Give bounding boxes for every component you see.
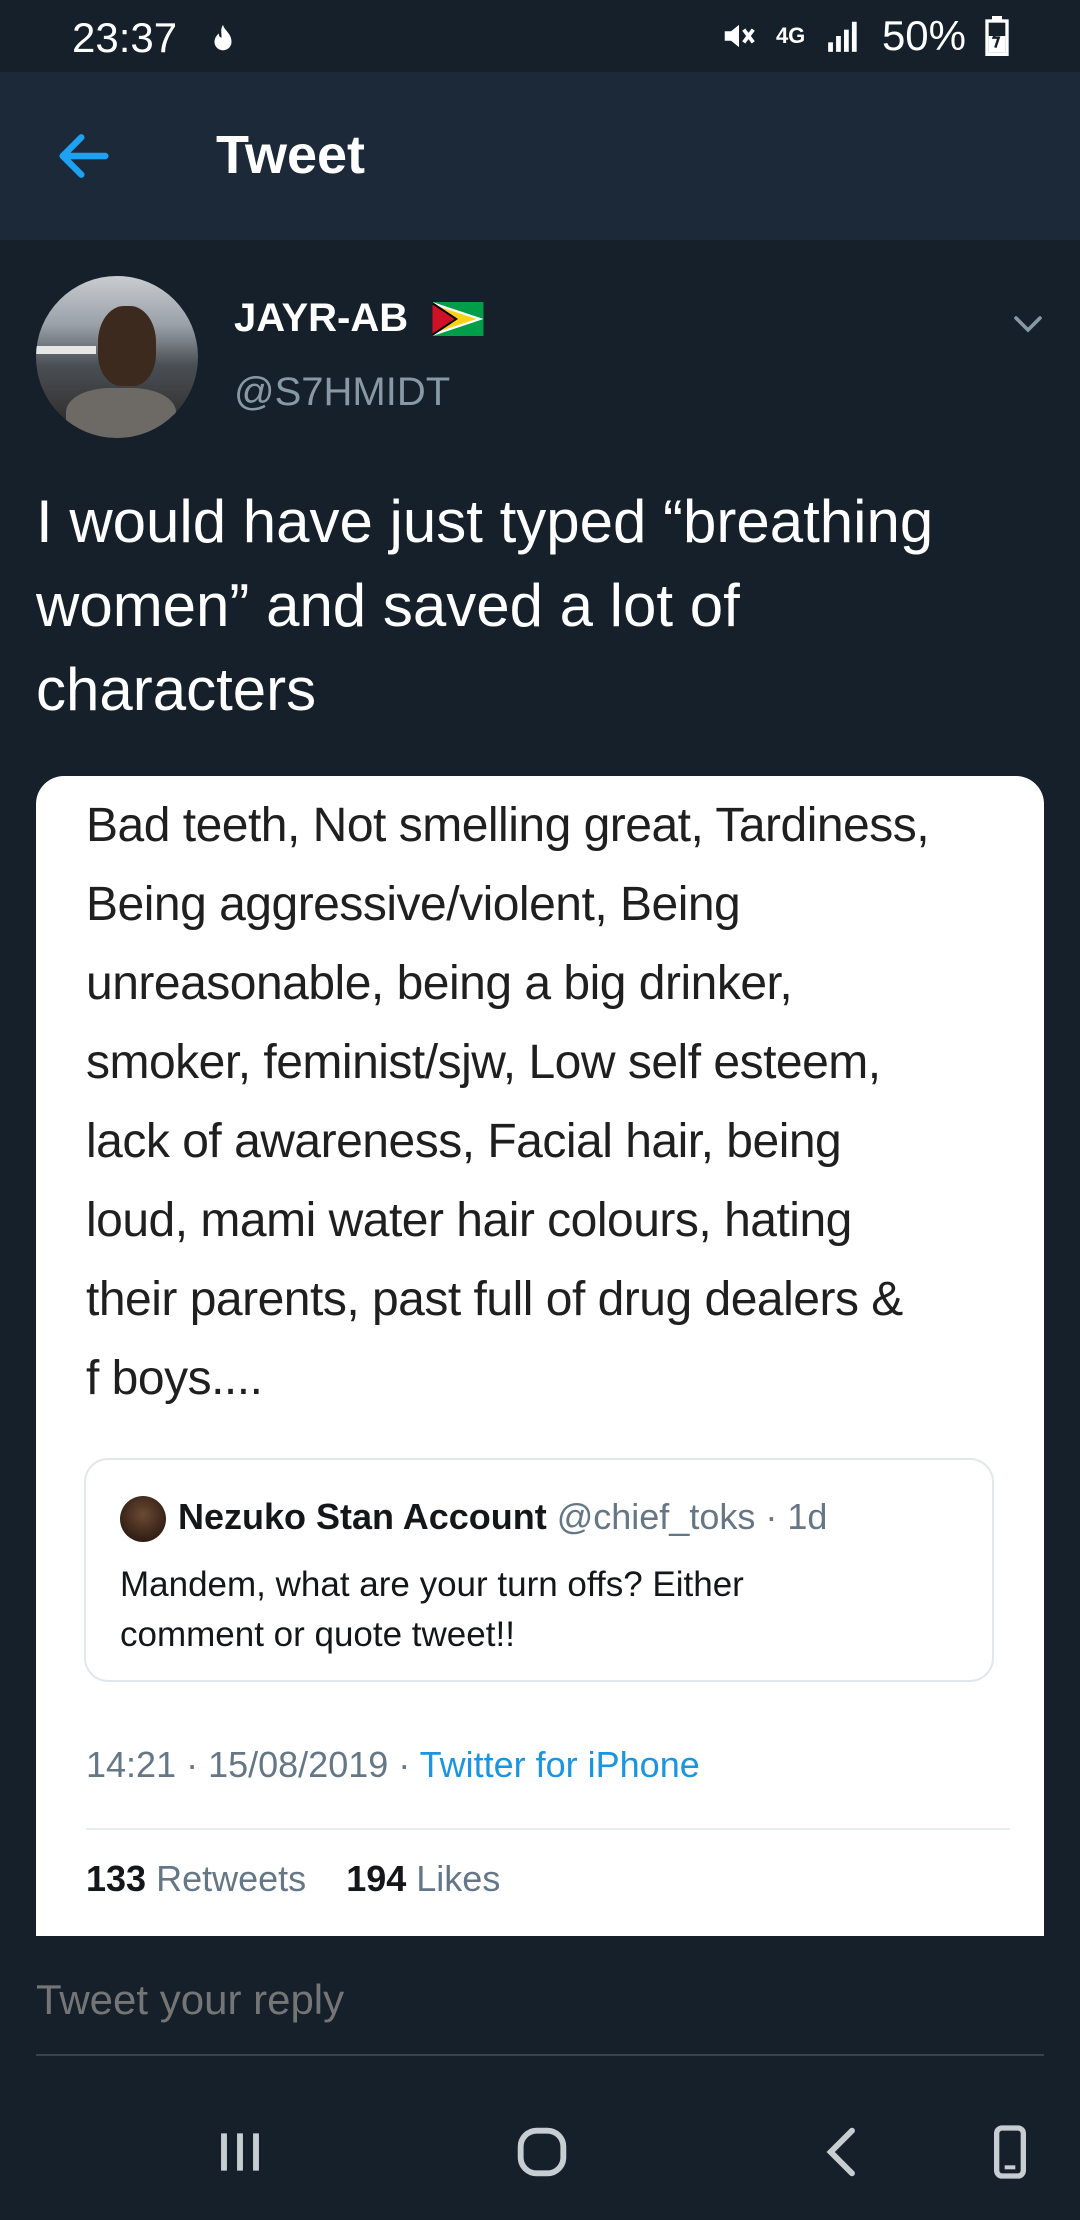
status-time: 23:37	[72, 14, 178, 61]
image-text-line: lack of awareness, Facial hair, being	[86, 1115, 842, 1168]
likes-count: 194	[346, 1858, 407, 1899]
quoted-age: · 1d	[765, 1496, 828, 1537]
network-type: 4G	[775, 23, 806, 48]
image-text: Bad teeth, Not smelling great, Tardiness…	[86, 786, 1006, 1418]
quoted-header: Nezuko Stan Account @chief_toks · 1d	[178, 1496, 827, 1538]
image-text-line: loud, mami water hair colours, hating	[86, 1194, 852, 1247]
reply-underline	[36, 2054, 1044, 2056]
quoted-text-line: Mandem, what are your turn offs? Either	[120, 1565, 744, 1604]
quoted-avatar	[120, 1496, 166, 1542]
tweet-source: Twitter for iPhone	[419, 1744, 700, 1785]
status-bar: 23:37 4G 50%	[0, 0, 1080, 72]
tweet-stats: 133 Retweets 194 Likes	[86, 1858, 500, 1900]
image-text-line: Being aggressive/violent, Being	[86, 878, 741, 931]
tweet-meta: 14:21 · 15/08/2019 · Twitter for iPhone	[86, 1744, 700, 1786]
guyana-flag-icon	[432, 302, 484, 336]
quoted-tweet: Nezuko Stan Account @chief_toks · 1d Man…	[84, 1458, 994, 1682]
image-text-line: their parents, past full of drug dealers…	[86, 1273, 903, 1326]
quoted-handle: @chief_toks	[556, 1496, 756, 1537]
author-display-name[interactable]: JAYR-AB	[234, 296, 408, 341]
flame-icon	[214, 24, 232, 51]
image-text-line: smoker, feminist/sjw, Low self esteem,	[86, 1036, 881, 1089]
chevron-down-icon[interactable]	[1010, 306, 1046, 342]
tweet-author: JAYR-AB @S7HMIDT	[0, 240, 1080, 470]
image-text-line: unreasonable, being a big drinker,	[86, 957, 793, 1010]
likes-label: Likes	[416, 1858, 501, 1899]
recents-icon[interactable]	[208, 2120, 272, 2184]
top-app-bar: Tweet	[0, 72, 1080, 240]
status-icons: 4G 50%	[720, 12, 1010, 59]
back-icon[interactable]	[812, 2120, 876, 2184]
image-text-line: f boys....	[86, 1352, 263, 1405]
attached-image[interactable]: Bad teeth, Not smelling great, Tardiness…	[36, 776, 1044, 1936]
avatar[interactable]	[36, 276, 198, 438]
battery-icon	[985, 16, 1009, 56]
tweet-text-line: I would have just typed “breathing	[36, 488, 934, 555]
divider	[86, 1828, 1010, 1830]
home-icon[interactable]	[510, 2120, 574, 2184]
quoted-text-line: comment or quote tweet!!	[120, 1615, 515, 1654]
reply-input[interactable]	[36, 1976, 1044, 2024]
signal-icon	[828, 21, 857, 52]
rotate-icon[interactable]	[978, 2120, 1042, 2184]
author-handle[interactable]: @S7HMIDT	[234, 370, 450, 415]
tweet-text-line: women” and saved a lot of	[36, 572, 740, 639]
tweet-text-line: characters	[36, 656, 317, 723]
tweet-timestamp: 14:21 · 15/08/2019 ·	[86, 1744, 411, 1785]
page-title: Tweet	[216, 125, 366, 185]
retweets-label: Retweets	[156, 1858, 307, 1899]
quoted-text: Mandem, what are your turn offs? Either …	[120, 1560, 960, 1660]
back-arrow-icon[interactable]	[52, 124, 116, 188]
image-text-line: Bad teeth, Not smelling great, Tardiness…	[86, 799, 930, 852]
system-navigation-bar	[0, 2076, 1080, 2220]
reply-bar	[0, 1936, 1080, 2076]
mute-icon	[724, 24, 755, 48]
battery-percent: 50%	[881, 12, 966, 59]
tweet-text: I would have just typed “breathing women…	[36, 480, 1036, 732]
quoted-name: Nezuko Stan Account	[178, 1496, 547, 1537]
retweets-count: 133	[86, 1858, 147, 1899]
